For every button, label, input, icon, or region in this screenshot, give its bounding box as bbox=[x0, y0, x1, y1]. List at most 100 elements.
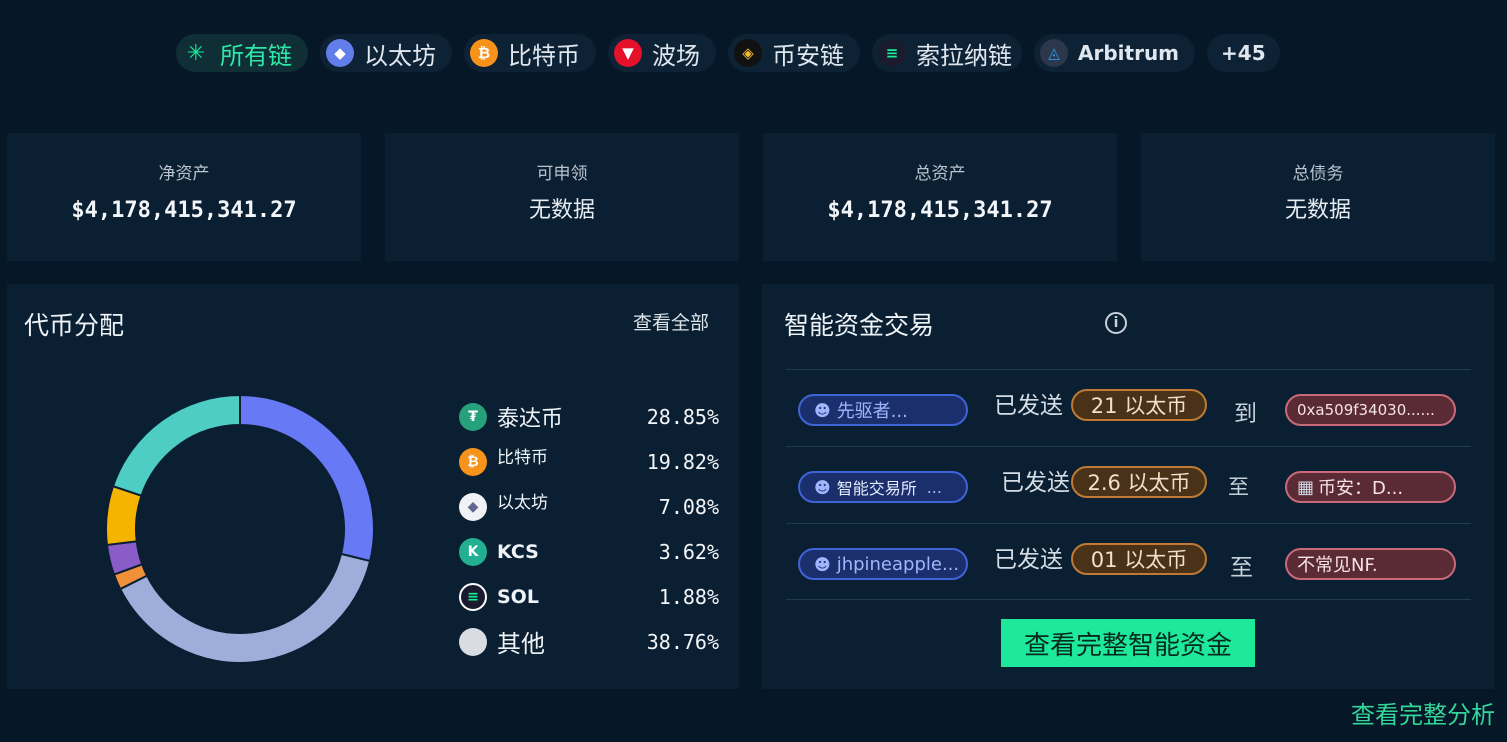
from-address-pill[interactable]: ☻ 智能交易所 ... bbox=[798, 471, 968, 503]
legend-row-btc[interactable]: ₿ 比特币 19.82% bbox=[459, 439, 719, 484]
tron-icon: ▼ bbox=[614, 39, 642, 67]
chain-chip-solana[interactable]: ≡ 索拉纳链 bbox=[872, 34, 1022, 72]
transaction-row: ☻ jhpineapple... 已发送 01 以太币 至 不常见NF. bbox=[786, 523, 1471, 600]
legend-pct: 7.08% bbox=[658, 494, 719, 519]
net-assets-card: 净资产 $4,178,415,341.27 bbox=[7, 133, 361, 261]
solana-icon: ≡ bbox=[878, 39, 906, 67]
legend-row-other[interactable]: 其他 38.76% bbox=[459, 619, 719, 664]
legend-pct: 1.88% bbox=[658, 584, 719, 609]
smart-money-face-icon: ☻ bbox=[814, 477, 831, 497]
arbitrum-icon: ◬ bbox=[1040, 39, 1068, 67]
ethereum-icon: ◆ bbox=[326, 39, 354, 67]
legend-name: SOL bbox=[497, 585, 539, 608]
smart-money-face-icon: ☻ bbox=[814, 554, 831, 574]
bnb-icon: ◈ bbox=[734, 39, 762, 67]
net-assets-label: 净资产 bbox=[158, 164, 210, 184]
from-label: 智能交易所 bbox=[836, 479, 917, 498]
allocation-donut-chart bbox=[105, 393, 375, 664]
chain-chip-arbitrum[interactable]: ◬ Arbitrum bbox=[1034, 34, 1196, 72]
sent-label: 已发送 bbox=[1001, 470, 1070, 496]
token-allocation-title: 代币分配 bbox=[24, 311, 125, 340]
amount-pill[interactable]: 21 以太币 bbox=[1071, 389, 1207, 421]
kucoin-icon: K bbox=[459, 537, 487, 566]
ethereum-icon: ◆ bbox=[459, 492, 487, 521]
chain-chip-all[interactable]: ✳ 所有链 bbox=[176, 34, 308, 72]
donut-slice-其他[interactable] bbox=[118, 552, 372, 664]
chain-chip-label: Arbitrum bbox=[1078, 41, 1180, 65]
sent-label: 已发送 bbox=[994, 393, 1063, 419]
to-address-pill[interactable]: 不常见NF. bbox=[1285, 548, 1456, 580]
chain-chip-bitcoin[interactable]: ₿ 比特币 bbox=[464, 34, 596, 72]
building-icon: ▦ bbox=[1297, 476, 1315, 498]
legend-row-eth[interactable]: ◆ 以太坊 7.08% bbox=[459, 484, 719, 529]
chain-chip-label: 比特币 bbox=[508, 41, 580, 70]
claimable-value: 无数据 bbox=[528, 198, 595, 223]
legend-name: KCS bbox=[497, 540, 539, 563]
legend-name: 泰达币 bbox=[497, 406, 564, 432]
chain-filter-bar: ✳ 所有链 ◆ 以太坊 ₿ 比特币 ▼ 波场 ◈ 币安链 ≡ 索拉纳链 ◬ Ar… bbox=[176, 34, 1280, 72]
to-address-pill[interactable]: 0xa509f34030...... bbox=[1285, 394, 1456, 426]
claimable-card: 可申领 无数据 bbox=[385, 133, 739, 261]
legend-pct: 28.85% bbox=[646, 404, 719, 429]
chain-chip-label: 币安链 bbox=[772, 41, 844, 70]
total-assets-label: 总资产 bbox=[914, 164, 966, 184]
to-label: 币安：D... bbox=[1318, 478, 1404, 499]
chain-chip-label: 所有链 bbox=[220, 41, 292, 70]
net-assets-value: $4,178,415,341.27 bbox=[71, 198, 297, 223]
legend-row-usdt[interactable]: ₮ 泰达币 28.85% bbox=[459, 394, 719, 439]
bitcoin-icon: ₿ bbox=[459, 447, 487, 476]
view-full-analysis-link[interactable]: 查看完整分析 bbox=[1351, 695, 1495, 730]
legend-pct: 19.82% bbox=[646, 449, 719, 474]
total-assets-value: $4,178,415,341.27 bbox=[827, 198, 1053, 223]
donut-slice-泰达币[interactable] bbox=[239, 393, 375, 563]
connector-label: 至 bbox=[1230, 555, 1253, 581]
total-assets-card: 总资产 $4,178,415,341.27 bbox=[763, 133, 1117, 261]
claimable-label: 可申领 bbox=[536, 164, 588, 184]
other-icon bbox=[459, 627, 487, 656]
to-address-pill[interactable]: ▦ 币安：D... bbox=[1285, 471, 1456, 503]
more-chains-button[interactable]: +45 bbox=[1207, 34, 1280, 72]
connector-label: 至 bbox=[1228, 475, 1249, 499]
from-address-pill[interactable]: ☻ jhpineapple... bbox=[798, 548, 968, 580]
from-address-pill[interactable]: ☻ 先驱者... bbox=[798, 394, 968, 426]
view-all-link[interactable]: 查看全部 bbox=[633, 308, 709, 335]
legend-pct: 38.76% bbox=[646, 629, 719, 654]
legend-name: 其他 bbox=[497, 630, 545, 658]
allocation-legend: ₮ 泰达币 28.85% ₿ 比特币 19.82% ◆ 以太坊 7.08% K … bbox=[459, 394, 719, 664]
smart-money-panel: 智能资金交易 i ☻ 先驱者... 已发送 21 以太币 到 0xa509f34… bbox=[762, 284, 1494, 689]
tether-icon: ₮ bbox=[459, 402, 487, 431]
chain-chip-label: 以太坊 bbox=[364, 41, 436, 70]
legend-row-kcs[interactable]: K KCS 3.62% bbox=[459, 529, 719, 574]
connector-label: 到 bbox=[1234, 401, 1257, 427]
from-label: jhpineapple... bbox=[836, 553, 960, 575]
sent-label: 已发送 bbox=[994, 547, 1063, 573]
chain-chip-ethereum[interactable]: ◆ 以太坊 bbox=[320, 34, 452, 72]
transaction-row: ☻ 智能交易所 ... 已发送 2.6 以太币 至 ▦ 币安：D... bbox=[786, 446, 1471, 523]
chain-chip-label: 波场 bbox=[652, 41, 700, 70]
token-allocation-panel: 代币分配 查看全部 ₮ 泰达币 28.85% ₿ 比特币 19.82% ◆ 以太… bbox=[7, 284, 739, 689]
more-chains-label: +45 bbox=[1221, 41, 1266, 65]
amount-pill[interactable]: 01 以太币 bbox=[1071, 543, 1207, 575]
amount-pill[interactable]: 2.6 以太币 bbox=[1071, 466, 1207, 498]
legend-name: 以太坊 bbox=[497, 493, 548, 513]
view-full-smart-money-button[interactable]: 查看完整智能资金 bbox=[1001, 619, 1255, 667]
total-debt-label: 总债务 bbox=[1292, 164, 1344, 184]
from-label-extra: ... bbox=[926, 477, 942, 497]
smart-money-face-icon: ☻ bbox=[814, 400, 831, 420]
transaction-row: ☻ 先驱者... 已发送 21 以太币 到 0xa509f34030...... bbox=[786, 369, 1471, 446]
all-chains-icon: ✳ bbox=[186, 40, 206, 66]
bitcoin-icon: ₿ bbox=[470, 39, 498, 67]
chain-chip-bnb[interactable]: ◈ 币安链 bbox=[728, 34, 860, 72]
from-label: 先驱者... bbox=[836, 401, 908, 422]
total-debt-value: 无数据 bbox=[1284, 198, 1351, 223]
info-icon[interactable]: i bbox=[1105, 312, 1127, 334]
donut-slice-比特币[interactable] bbox=[111, 393, 241, 498]
solana-icon: ≡ bbox=[459, 582, 487, 611]
legend-name: 比特币 bbox=[497, 448, 548, 468]
legend-pct: 3.62% bbox=[658, 539, 719, 564]
smart-money-title: 智能资金交易 bbox=[784, 311, 935, 340]
chain-chip-label: 索拉纳链 bbox=[916, 41, 1012, 70]
legend-row-sol[interactable]: ≡ SOL 1.88% bbox=[459, 574, 719, 619]
total-debt-card: 总债务 无数据 bbox=[1141, 133, 1495, 261]
chain-chip-tron[interactable]: ▼ 波场 bbox=[608, 34, 716, 72]
